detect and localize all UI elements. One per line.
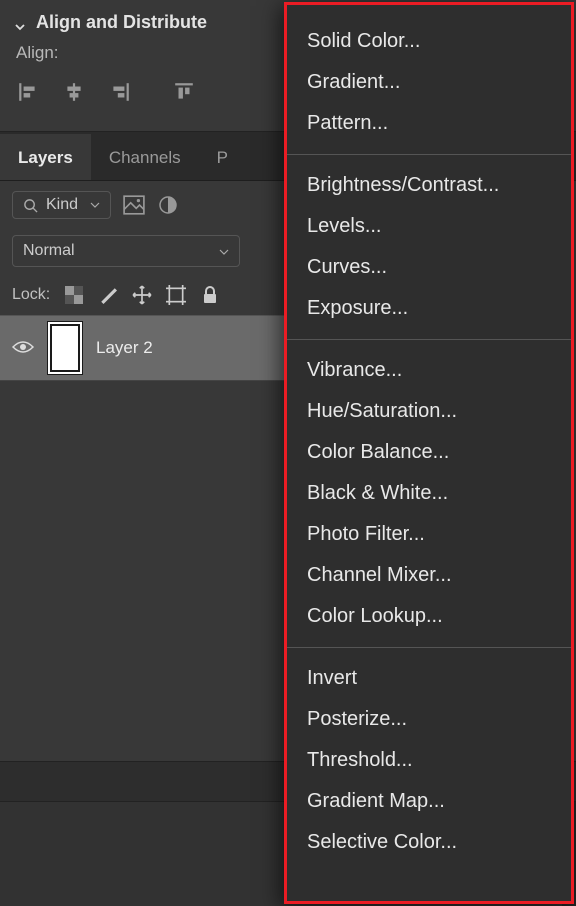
align-center-horizontal-icon[interactable]	[62, 81, 86, 103]
layer-name[interactable]: Layer 2	[96, 338, 153, 358]
menu-item-gradient-map[interactable]: Gradient Map...	[287, 781, 571, 822]
align-top-icon[interactable]	[172, 81, 196, 103]
adjustment-layer-context-menu: Solid Color...Gradient...Pattern... Brigh…	[284, 2, 574, 904]
menu-item-solid-color[interactable]: Solid Color...	[287, 21, 571, 62]
blend-mode-select[interactable]: Normal	[12, 235, 240, 267]
tab-layers[interactable]: Layers	[0, 134, 91, 180]
lock-position-icon[interactable]	[132, 285, 152, 305]
menu-item-exposure[interactable]: Exposure...	[287, 288, 571, 329]
layer-thumbnail[interactable]	[50, 324, 80, 372]
menu-separator	[287, 339, 571, 340]
menu-item-posterize[interactable]: Posterize...	[287, 699, 571, 740]
menu-item-selective-color[interactable]: Selective Color...	[287, 822, 571, 863]
menu-item-brightness-contrast[interactable]: Brightness/Contrast...	[287, 165, 571, 206]
menu-item-black-white[interactable]: Black & White...	[287, 473, 571, 514]
kind-filter-label: Kind	[46, 196, 78, 214]
chevron-down-icon	[219, 242, 229, 260]
blend-mode-value: Normal	[23, 242, 75, 260]
visibility-eye-icon[interactable]	[12, 340, 34, 356]
menu-item-channel-mixer[interactable]: Channel Mixer...	[287, 555, 571, 596]
menu-item-curves[interactable]: Curves...	[287, 247, 571, 288]
search-icon	[23, 198, 38, 213]
lock-transparency-icon[interactable]	[64, 285, 84, 305]
align-right-icon[interactable]	[108, 81, 132, 103]
menu-separator	[287, 647, 571, 648]
lock-artboard-icon[interactable]	[166, 285, 186, 305]
menu-item-levels[interactable]: Levels...	[287, 206, 571, 247]
menu-item-photo-filter[interactable]: Photo Filter...	[287, 514, 571, 555]
menu-item-threshold[interactable]: Threshold...	[287, 740, 571, 781]
tab-channels[interactable]: Channels	[91, 134, 199, 180]
kind-filter-select[interactable]: Kind	[12, 191, 111, 219]
chevron-down-icon	[90, 199, 100, 211]
lock-pixels-icon[interactable]	[98, 285, 118, 305]
filter-pixel-icon[interactable]	[123, 195, 145, 215]
menu-item-vibrance[interactable]: Vibrance...	[287, 350, 571, 391]
menu-item-hue-saturation[interactable]: Hue/Saturation...	[287, 391, 571, 432]
lock-all-icon[interactable]	[200, 285, 220, 305]
align-left-icon[interactable]	[16, 81, 40, 103]
menu-item-color-balance[interactable]: Color Balance...	[287, 432, 571, 473]
menu-separator	[287, 154, 571, 155]
menu-item-pattern[interactable]: Pattern...	[287, 103, 571, 144]
tab-paths-truncated[interactable]: P	[199, 134, 246, 180]
lock-label: Lock:	[12, 286, 50, 304]
align-section-title: Align and Distribute	[36, 12, 207, 33]
filter-adjustment-icon[interactable]	[157, 195, 179, 215]
menu-item-color-lookup[interactable]: Color Lookup...	[287, 596, 571, 637]
menu-item-invert[interactable]: Invert	[287, 658, 571, 699]
chevron-down-icon	[14, 17, 26, 29]
menu-item-gradient[interactable]: Gradient...	[287, 62, 571, 103]
